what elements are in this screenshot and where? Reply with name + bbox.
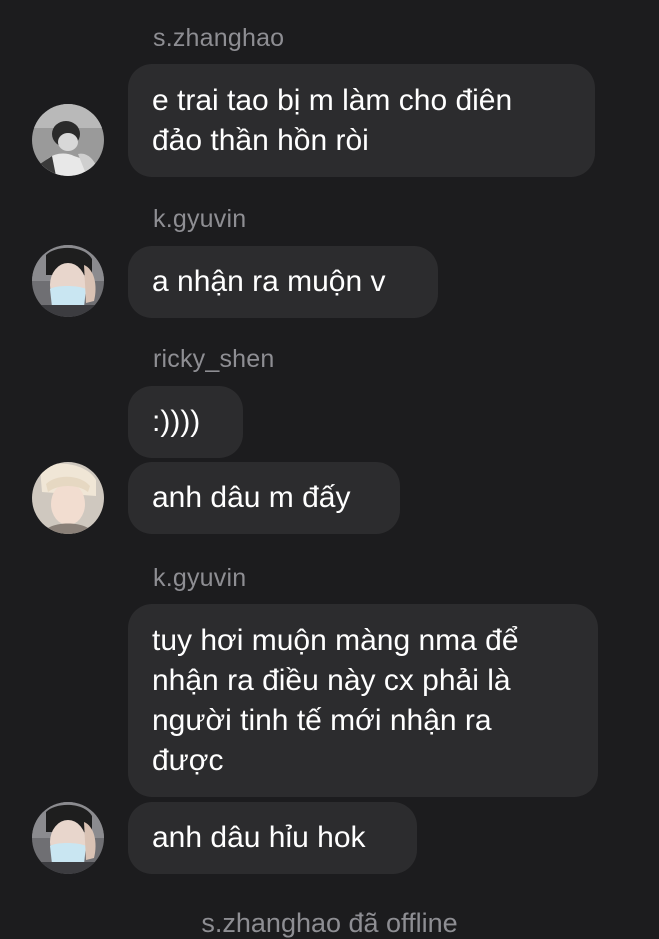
sender-name: k.gyuvin <box>153 564 247 592</box>
sender-name: k.gyuvin <box>153 205 247 233</box>
message-text: e trai tao bị m làm cho điên đảo thần hồ… <box>152 83 513 157</box>
message-text: tuy hơi muộn màng nma để nhận ra điều nà… <box>152 623 519 777</box>
message-text: :)))) <box>152 405 201 438</box>
message-bubble[interactable]: :)))) <box>128 386 243 458</box>
avatar-gyuvin[interactable] <box>32 245 104 317</box>
message-bubble[interactable]: anh dâu m đấy <box>128 462 400 534</box>
message-bubble[interactable]: a nhận ra muộn v <box>128 246 438 318</box>
system-status-note: s.zhanghao đã offline <box>201 908 458 938</box>
avatar-gyuvin[interactable] <box>32 802 104 874</box>
avatar-zhanghao[interactable] <box>32 104 104 176</box>
message-text: anh dâu hỉu hok <box>152 821 366 854</box>
message-text: a nhận ra muộn v <box>152 265 386 298</box>
avatar-photo-icon <box>32 462 104 534</box>
avatar-photo-icon <box>32 104 104 176</box>
avatar-photo-icon <box>32 802 104 874</box>
message-text: anh dâu m đấy <box>152 481 351 514</box>
sender-name: ricky_shen <box>153 345 275 373</box>
sender-name: s.zhanghao <box>153 24 285 52</box>
avatar-photo-icon <box>32 245 104 317</box>
message-bubble[interactable]: tuy hơi muộn màng nma để nhận ra điều nà… <box>128 604 598 797</box>
message-bubble[interactable]: e trai tao bị m làm cho điên đảo thần hồ… <box>128 64 595 177</box>
avatar-ricky[interactable] <box>32 462 104 534</box>
message-bubble[interactable]: anh dâu hỉu hok <box>128 802 417 874</box>
